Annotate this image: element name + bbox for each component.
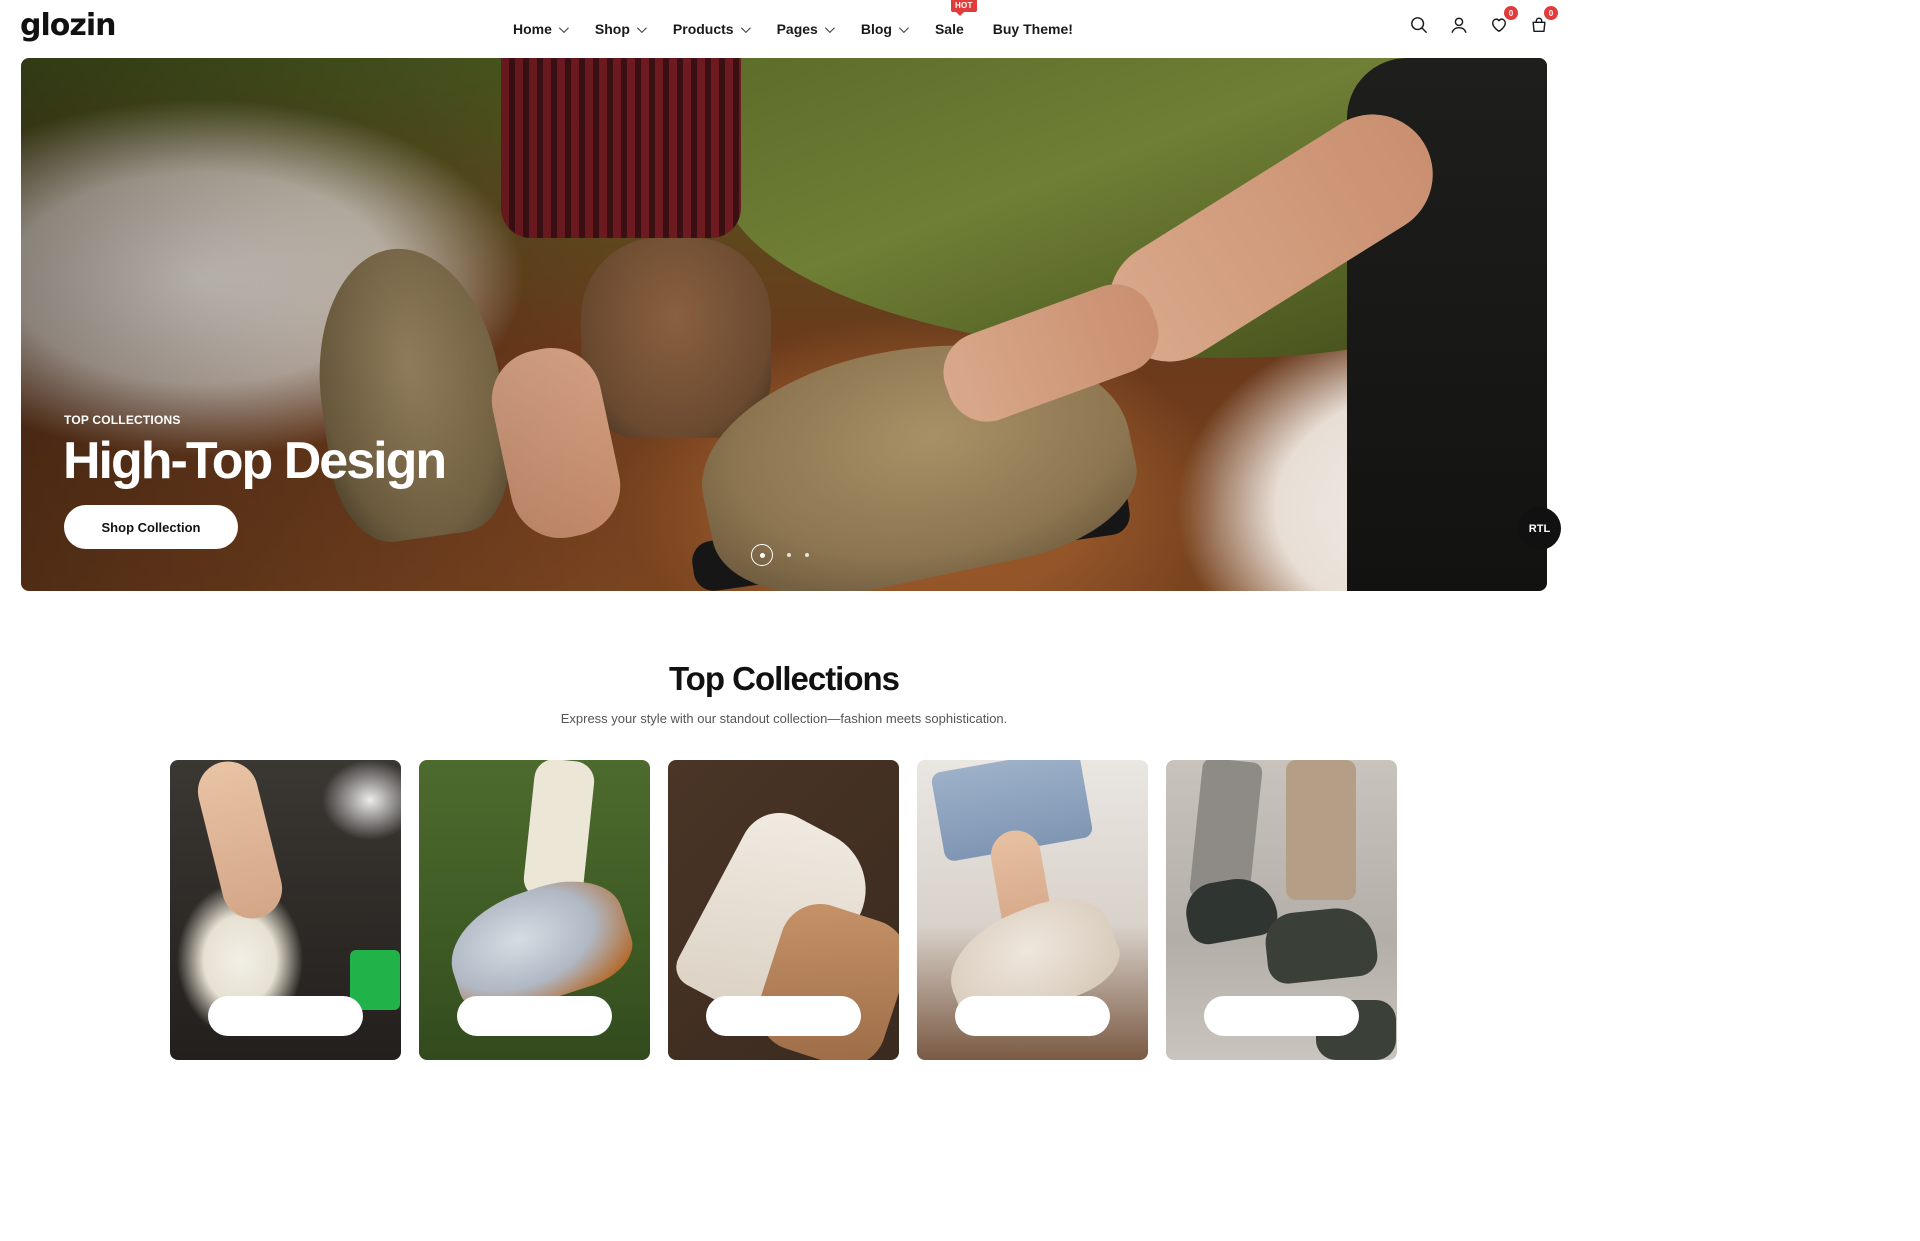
nav-item-label: Products: [672, 21, 734, 37]
nav-item-sale[interactable]: HOT Sale: [934, 0, 977, 37]
main-nav: Home Shop Products Pages Blog HOT Sale B…: [513, 0, 1102, 58]
hero-title: High-Top Design: [63, 432, 447, 490]
slide-dot-active[interactable]: [751, 544, 773, 566]
hero-banner: TOP COLLECTIONS High-Top Design Shop Col…: [21, 58, 1547, 591]
chevron-down-icon: [898, 22, 909, 33]
card-image-shoe: [1262, 904, 1380, 986]
collection-card[interactable]: [419, 760, 650, 1060]
chevron-down-icon: [740, 22, 751, 33]
slide-dot[interactable]: [787, 553, 791, 557]
collection-card-label[interactable]: [955, 996, 1110, 1036]
section-title: Top Collections: [668, 660, 900, 697]
nav-item-label: Shop: [594, 21, 630, 37]
collection-card-label[interactable]: [706, 996, 861, 1036]
collection-card[interactable]: [917, 760, 1148, 1060]
site-header: glozin Home Shop Products Pages Blog HOT…: [0, 0, 1568, 58]
nav-item-products[interactable]: Products: [672, 21, 751, 37]
hot-badge: HOT: [950, 0, 977, 16]
cart-count-badge: 0: [1544, 6, 1558, 20]
collection-grid: [170, 760, 1397, 1060]
section-subtitle: Express your style with our standout col…: [560, 711, 1008, 726]
rtl-toggle-button[interactable]: RTL: [1518, 507, 1561, 550]
wishlist-count-badge: 0: [1504, 6, 1518, 20]
chevron-down-icon: [636, 22, 647, 33]
nav-item-label: Home: [513, 21, 552, 37]
nav-item-blog[interactable]: Blog: [860, 21, 909, 37]
cart-button[interactable]: 0: [1528, 6, 1558, 36]
shop-collection-button[interactable]: Shop Collection: [64, 505, 238, 549]
nav-item-home[interactable]: Home: [513, 21, 569, 37]
header-actions: 0 0: [1408, 6, 1558, 36]
chevron-down-icon: [824, 22, 835, 33]
chevron-down-icon: [558, 22, 569, 33]
nav-item-shop[interactable]: Shop: [594, 21, 647, 37]
collection-card-label[interactable]: [208, 996, 363, 1036]
account-button[interactable]: [1448, 14, 1470, 36]
nav-item-pages[interactable]: Pages: [776, 21, 835, 37]
logo[interactable]: glozin: [20, 8, 116, 43]
nav-item-buy-theme[interactable]: Buy Theme!: [993, 21, 1073, 37]
nav-item-label: Blog: [860, 21, 892, 37]
slide-dot[interactable]: [805, 553, 809, 557]
user-icon: [1451, 17, 1467, 33]
heart-icon: [1491, 18, 1507, 33]
card-image-leg: [191, 760, 289, 925]
collection-card-label[interactable]: [457, 996, 612, 1036]
collection-card-label[interactable]: [1204, 996, 1359, 1036]
hero-overlay: [21, 58, 1547, 591]
nav-item-label: Pages: [776, 21, 818, 37]
nav-item-label: Sale: [934, 21, 964, 37]
cart-icon: [1532, 17, 1546, 33]
search-button[interactable]: [1408, 14, 1430, 36]
collection-card[interactable]: [668, 760, 899, 1060]
collection-card[interactable]: [1166, 760, 1397, 1060]
search-icon: [1411, 17, 1427, 33]
wishlist-button[interactable]: 0: [1488, 6, 1518, 36]
card-image-prop: [350, 950, 400, 1010]
slider-pagination: [751, 544, 809, 566]
nav-item-label: Buy Theme!: [992, 21, 1073, 37]
hero-eyebrow: TOP COLLECTIONS: [64, 413, 181, 427]
collection-card[interactable]: [170, 760, 401, 1060]
card-image-pants: [1286, 760, 1356, 900]
